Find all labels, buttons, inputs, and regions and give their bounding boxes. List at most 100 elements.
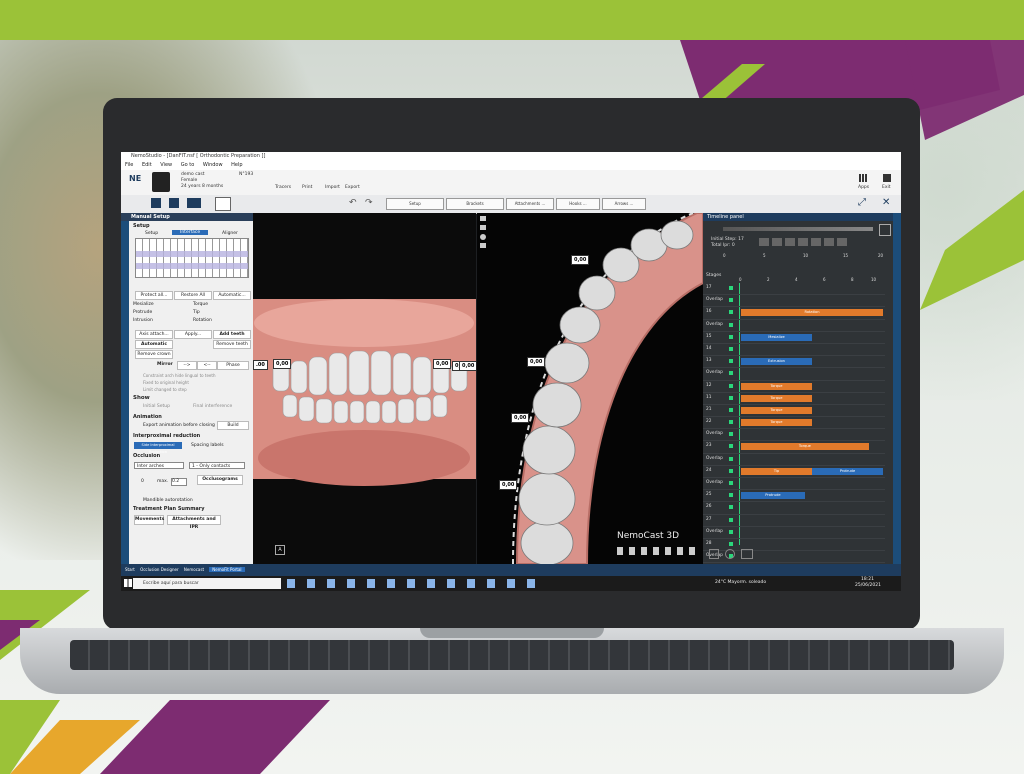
lock-icon[interactable] [729,444,733,449]
build-button[interactable]: Build [217,421,249,430]
teeth-grid[interactable] [135,238,249,278]
timeline-row[interactable]: 13 Extrusion [703,356,885,369]
menu-view[interactable]: View [160,162,172,168]
timeline-movement-bar[interactable]: Protrude [812,467,883,475]
automatic-button[interactable]: Automatic [135,340,173,349]
expand-icon[interactable]: ⤢ [858,198,866,208]
tab-nemocast[interactable]: Nemocast [184,567,204,572]
lock-icon[interactable] [729,420,733,425]
lock-icon[interactable] [729,395,733,400]
timeline-row[interactable]: Overlap [703,295,885,308]
attachments-ipr-button[interactable]: Attachments and IPR [167,515,221,530]
lock-icon[interactable] [729,359,733,364]
timeline-row[interactable]: 14 [703,344,885,357]
taskbar-search-input[interactable]: Escribe aquí para buscar [133,578,281,589]
restore-all-button[interactable]: Restore All [174,291,212,300]
export-button[interactable]: Export [345,185,360,190]
tab-start[interactable]: Start [125,567,135,572]
timeline-movement-bar[interactable]: Torque [741,406,812,414]
weather-widget[interactable]: 24°C Mayorm. soleado [715,580,766,585]
timeline-row[interactable]: Overlap [703,368,885,381]
lock-icon[interactable] [729,517,733,522]
apps-grid-icon[interactable] [859,174,867,182]
menu-edit[interactable]: Edit [142,162,152,168]
remove-teeth-button[interactable]: Remove teeth [213,340,251,349]
playback-controls[interactable] [759,238,849,246]
lock-icon[interactable] [729,541,733,546]
timeline-row[interactable]: Overlap [703,527,885,539]
timeline-movement-bar[interactable]: Torque [741,419,812,427]
lock-icon[interactable] [729,334,733,339]
axis-attach-button[interactable]: Axis attach... [135,330,173,339]
3d-view-icon[interactable] [187,198,201,208]
timeline-row[interactable]: Overlap [703,478,885,491]
windows-start-icon[interactable] [124,579,132,587]
side-ipr-button[interactable]: Side Interproximal Reduction [134,442,182,454]
system-date[interactable]: 25/06/2021 [855,583,881,588]
add-teeth-button[interactable]: Add teeth [213,330,251,339]
timeline-movement-bar[interactable]: Tip [741,467,812,475]
exit-button[interactable]: Exit [882,185,891,190]
automatic-top-button[interactable]: Automatic... [213,291,251,300]
system-time[interactable]: 18:21 [861,577,874,582]
lock-icon[interactable] [729,456,733,461]
lock-icon[interactable] [729,346,733,351]
timeline-row[interactable]: 12 Torque [703,381,885,393]
lock-icon[interactable] [729,505,733,510]
save-icon[interactable] [151,198,161,208]
timeline-row[interactable]: Overlap [703,454,885,466]
step-brackets[interactable]: Brackets [446,198,504,210]
timeline-row[interactable]: Overlap [703,320,885,332]
tab-aligner[interactable]: Aligner [222,231,238,236]
lock-icon[interactable] [729,286,733,290]
mirror-left-button[interactable]: <-- [197,361,217,370]
step-setup[interactable]: Setup [386,198,444,210]
timeline-movement-bar[interactable]: Extrusion [741,358,812,366]
globe-icon[interactable] [480,234,486,240]
remove-crown-button[interactable]: Remove crown [135,350,173,359]
lock-icon[interactable] [729,310,733,315]
tracers-label[interactable]: Tracers [275,185,291,190]
step-attachments[interactable]: Attachments ... [506,198,554,210]
timeline-row[interactable]: 16 Rotation [703,307,885,320]
redo-icon[interactable]: ↷ [365,199,373,208]
lock-icon[interactable] [729,432,733,437]
frontal-3d-viewport[interactable]: 0,00 0,00 0,0 0,00 .00 A [253,213,476,564]
phase-button[interactable]: Phase [217,361,249,370]
timeline-row[interactable]: 17 [703,283,885,296]
settings-icon[interactable] [725,549,735,559]
timeline-row[interactable]: 26 [703,502,885,515]
timeline-row[interactable]: 27 [703,515,885,527]
check-limit-step[interactable]: Limit changed to step [143,387,187,392]
zoom-icon[interactable] [709,549,719,559]
lock-icon[interactable] [729,383,733,388]
lock-icon[interactable] [729,529,733,534]
camera-icon[interactable] [480,216,486,221]
close-icon[interactable]: ✕ [882,198,890,208]
timeline-row[interactable]: Overlap [703,429,885,442]
crosshair-icon[interactable] [215,197,231,211]
timeline-row[interactable]: 22 Torque [703,417,885,430]
home-icon[interactable] [883,174,891,182]
lock-icon[interactable] [729,468,733,473]
mirror-right-button[interactable]: --> [177,361,197,370]
search-icon[interactable] [879,224,891,236]
screenshot-icon[interactable] [480,225,486,230]
check-initial-setup[interactable]: Initial Setup [143,404,170,409]
check-mandible-autorotation[interactable]: Mandible autorotation [143,498,193,503]
open-icon[interactable] [169,198,179,208]
pdf-button[interactable] [741,549,753,559]
menu-file[interactable]: File [125,162,133,168]
check-export-animation[interactable]: Export animation before closing [143,423,215,428]
timeline-progress-slider[interactable] [723,227,873,231]
lock-icon[interactable] [729,298,733,303]
apply-button[interactable]: Apply... [174,330,212,339]
tab-setup[interactable]: Setup [145,231,158,236]
tab-occlusion-designer[interactable]: Occlusion Designer [140,567,179,572]
import-button[interactable]: Import [325,185,340,190]
taskbar-app-icons[interactable] [287,579,547,588]
check-constraint-arch[interactable]: Constraint arch hide lingual to teeth [143,373,216,378]
lock-icon[interactable] [729,481,733,485]
undo-icon[interactable]: ↶ [349,199,357,208]
lock-icon[interactable] [729,322,733,327]
